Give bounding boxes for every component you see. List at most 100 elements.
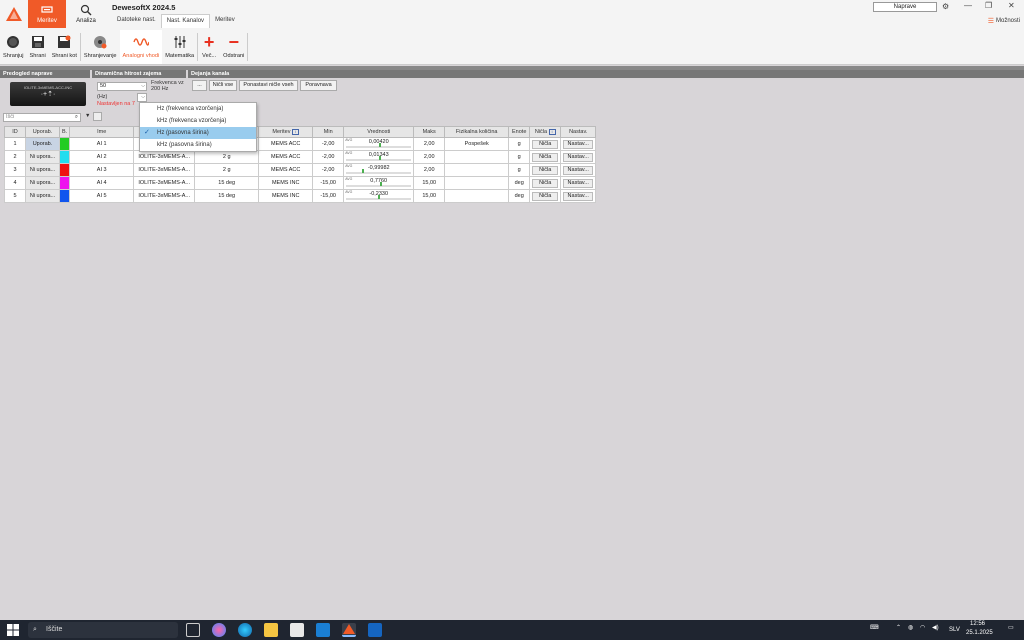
analog-inputs-button[interactable]: Analogni vhodi: [119, 30, 163, 64]
table-row[interactable]: 1Uporab.AI 1IOLIMEMS ACC-2,00AVG0,004202…: [4, 137, 597, 151]
cell-max[interactable]: 15,00: [413, 189, 446, 203]
table-row[interactable]: 2 Ni upora... AI 2 IOLITE-3xMEMS-A... 2 g MEM…: [4, 150, 597, 164]
cell-color-swatch[interactable]: [58, 189, 71, 203]
cell-usage[interactable]: Uporab.: [25, 137, 60, 151]
copilot-icon[interactable]: [212, 623, 226, 637]
unit-dropdown-toggle[interactable]: ⌵: [137, 93, 147, 102]
dewesoft-taskbar-icon[interactable]: [342, 623, 356, 637]
devices-button[interactable]: Naprave: [873, 2, 937, 12]
cell-min[interactable]: -2,00: [312, 150, 345, 164]
storage-button[interactable]: Shranjevanje: [81, 30, 120, 64]
dropdown-item-hz-sampling[interactable]: Hz (frekvenca vzorčenja): [140, 103, 256, 115]
tab-nast-kanalov[interactable]: Nast. Kanalov: [160, 14, 211, 28]
cell-usage[interactable]: Ni upora...: [25, 176, 60, 190]
cell-measurement[interactable]: MEMS INC: [258, 176, 314, 190]
taskbar-search-input[interactable]: ⌕ Iščite: [28, 622, 178, 638]
col-zero[interactable]: Ničla i: [529, 126, 562, 138]
chevron-up-icon[interactable]: ⌃: [896, 624, 901, 631]
cell-range[interactable]: 2 g: [194, 150, 260, 164]
cell-unit[interactable]: deg: [508, 189, 531, 203]
cell-measurement[interactable]: MEMS ACC: [258, 150, 314, 164]
zero-button[interactable]: Ničla: [532, 139, 559, 149]
cell-unit[interactable]: g: [508, 150, 531, 164]
dropdown-item-khz-bandwidth[interactable]: kHz (pasovna širina): [140, 139, 256, 151]
cell-name[interactable]: AI 1: [69, 137, 135, 151]
setup-button[interactable]: Nastav...: [563, 178, 594, 188]
record-button[interactable]: Shranjuj: [0, 30, 27, 64]
cell-quantity[interactable]: [444, 150, 510, 164]
zero-all-button[interactable]: Ničli vse: [209, 80, 237, 91]
cell-max[interactable]: 2,00: [413, 137, 446, 151]
align-button[interactable]: Poravnava: [300, 80, 337, 91]
module-tab-analiza[interactable]: Analiza: [67, 0, 105, 28]
restore-icon[interactable]: ❐: [985, 1, 992, 10]
zero-button[interactable]: Ničla: [532, 178, 559, 188]
zero-button[interactable]: Ničla: [532, 152, 559, 162]
search-input[interactable]: Išči ⌕: [3, 113, 81, 122]
cell-quantity[interactable]: [444, 163, 510, 177]
col-measurement[interactable]: Meritev i: [258, 126, 314, 138]
cell-unit[interactable]: g: [508, 163, 531, 177]
cell-quantity[interactable]: [444, 189, 510, 203]
col-max[interactable]: Maks: [413, 126, 446, 138]
col-usage[interactable]: Uporab.: [25, 126, 60, 138]
cell-min[interactable]: -2,00: [312, 137, 345, 151]
mail-icon[interactable]: [316, 623, 330, 637]
cell-measurement[interactable]: MEMS ACC: [258, 137, 314, 151]
close-icon[interactable]: ✕: [1008, 1, 1015, 10]
edge-browser-icon[interactable]: [238, 623, 252, 637]
options-menu[interactable]: ☰ Možnosti: [988, 17, 1020, 25]
cell-quantity[interactable]: Pospešek: [444, 137, 510, 151]
wifi-icon[interactable]: ◠: [920, 624, 925, 631]
cell-min[interactable]: -15,00: [312, 176, 345, 190]
cell-amplifier[interactable]: IOLITE-3xMEMS-A...: [133, 189, 196, 203]
network-icon[interactable]: ◍: [908, 624, 913, 631]
col-quantity[interactable]: Fizikalna količina: [444, 126, 510, 138]
cell-usage[interactable]: Ni upora...: [25, 150, 60, 164]
cell-amplifier[interactable]: IOLITE-3xMEMS-A...: [133, 163, 196, 177]
remove-button[interactable]: − Odstrani: [220, 30, 247, 64]
file-explorer-icon[interactable]: [264, 623, 278, 637]
cell-usage[interactable]: Ni upora...: [25, 189, 60, 203]
setup-button[interactable]: Nastav...: [563, 165, 594, 175]
cell-measurement[interactable]: MEMS ACC: [258, 163, 314, 177]
setup-button[interactable]: Nastav...: [563, 152, 594, 162]
save-as-button[interactable]: Shrani kot: [49, 30, 80, 64]
cell-name[interactable]: AI 2: [69, 150, 135, 164]
gear-icon[interactable]: ⚙: [942, 2, 949, 11]
cell-color-swatch[interactable]: [58, 163, 71, 177]
tab-meritev[interactable]: Meritev: [210, 14, 240, 28]
col-values[interactable]: Vrednosti: [343, 126, 415, 138]
col-id[interactable]: ID: [4, 126, 26, 138]
table-row[interactable]: 4 Ni upora... AI 4 IOLITE-3xMEMS-A... 15 deg…: [4, 176, 597, 190]
cell-unit[interactable]: deg: [508, 176, 531, 190]
dropdown-item-khz-sampling[interactable]: kHz (frekvenca vzorčenja): [140, 115, 256, 127]
language-indicator[interactable]: SLV: [949, 627, 960, 633]
cell-range[interactable]: 15 deg: [194, 176, 260, 190]
col-color[interactable]: B.: [58, 126, 71, 138]
cell-max[interactable]: 2,00: [413, 163, 446, 177]
cell-max[interactable]: 2,00: [413, 150, 446, 164]
cell-name[interactable]: AI 3: [69, 163, 135, 177]
math-button[interactable]: Matematika: [162, 30, 197, 64]
store-icon[interactable]: [290, 623, 304, 637]
cell-range[interactable]: 15 deg: [194, 189, 260, 203]
filter-dropdown[interactable]: [93, 112, 102, 121]
cell-quantity[interactable]: [444, 176, 510, 190]
col-unit[interactable]: Enote: [508, 126, 531, 138]
table-row[interactable]: 5 Ni upora... AI 5 IOLITE-3xMEMS-A... 15 deg…: [4, 189, 597, 203]
setup-button[interactable]: Nastav...: [563, 139, 594, 149]
cell-min[interactable]: -2,00: [312, 163, 345, 177]
more-button[interactable]: + Več...: [198, 30, 220, 64]
zero-button[interactable]: Ničla: [532, 165, 559, 175]
windows-start-icon[interactable]: [7, 624, 19, 636]
reset-zero-all-button[interactable]: Ponastavi ničle vseh: [239, 80, 298, 91]
dropdown-item-hz-bandwidth[interactable]: ✓ Hz (pasovna širina): [140, 127, 256, 139]
cell-max[interactable]: 15,00: [413, 176, 446, 190]
zero-button[interactable]: Ničla: [532, 191, 559, 201]
more-options-button[interactable]: ...: [192, 80, 207, 91]
clock-date[interactable]: 25.1.2025: [966, 630, 993, 636]
cell-measurement[interactable]: MEMS INC: [258, 189, 314, 203]
module-tab-meritev[interactable]: Meritev: [28, 0, 66, 28]
save-button[interactable]: Shrani: [27, 30, 49, 64]
